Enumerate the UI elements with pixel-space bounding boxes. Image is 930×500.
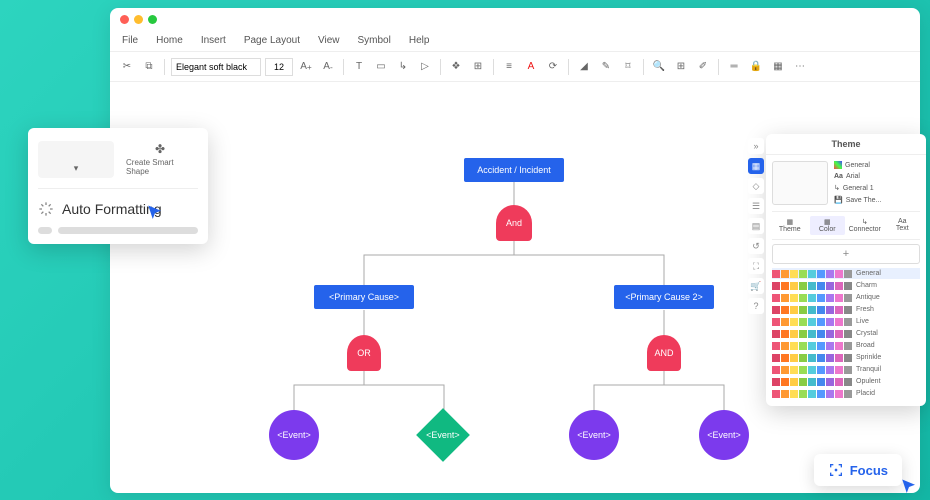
node-event-4[interactable]: <Event> [699,410,749,460]
font-color-icon[interactable]: A [522,58,540,76]
toolbar: ✂ ⧉ A+ A- T ▭ ↳ ▷ ❖ ⊞ ≡ A ⟳ ◢ ✎ ⌑ 🔍 ⊞ ✐ … [110,52,920,82]
crop-icon[interactable]: ⌑ [619,58,637,76]
side-cart-icon[interactable]: 🛒 [748,278,764,294]
palette-list: GeneralCharmAntiqueFreshLiveCrystalBroad… [772,268,920,399]
more-icon[interactable]: ⋯ [791,58,809,76]
node-gate-and[interactable]: And [496,205,532,241]
palette-tranquil[interactable]: Tranquil [772,364,920,375]
font-increase-icon[interactable]: A+ [297,58,315,76]
side-expand-icon[interactable]: ⛶ [748,258,764,274]
connector-tool-icon[interactable]: ↳ [394,58,412,76]
focus-icon [828,462,844,478]
fill-icon[interactable]: ◢ [575,58,593,76]
menu-view[interactable]: View [318,35,340,46]
side-more-icon[interactable]: » [748,138,764,154]
group-icon[interactable]: ⊞ [469,58,487,76]
line-style-icon[interactable]: ═ [725,58,743,76]
text-tool-icon[interactable]: T [350,58,368,76]
node-primary-1[interactable]: <Primary Cause> [314,285,414,309]
font-decrease-icon[interactable]: A- [319,58,337,76]
palette-sprinkle[interactable]: Sprinkle [772,352,920,363]
side-history-icon[interactable]: ↺ [748,238,764,254]
opt-arial[interactable]: AaArial [834,173,920,180]
opt-general1[interactable]: ↳General 1 [834,184,920,192]
font-select[interactable] [171,58,261,76]
palette-broad[interactable]: Broad [772,340,920,351]
focus-button[interactable]: Focus [814,454,902,486]
auto-formatting-button[interactable]: Auto Formatting [38,201,198,217]
side-shape-icon[interactable]: ◇ [748,178,764,194]
pen-icon[interactable]: ✐ [694,58,712,76]
node-root[interactable]: Accident / Incident [464,158,564,182]
theme-panel: » ▦ ◇ ☰ ▤ ↺ ⛶ 🛒 ? Theme General AaArial … [766,134,926,406]
side-layer-icon[interactable]: ☰ [748,198,764,214]
close-icon[interactable] [120,15,129,24]
add-palette-button[interactable]: + [772,244,920,264]
shape-tool-icon[interactable]: ▭ [372,58,390,76]
menu-page-layout[interactable]: Page Layout [244,35,300,46]
cursor-icon [900,478,918,496]
slider[interactable] [38,227,198,234]
menubar: File Home Insert Page Layout View Symbol… [110,30,920,52]
titlebar [110,8,920,30]
node-gate-or[interactable]: OR [347,335,381,371]
pointer-tool-icon[interactable]: ▷ [416,58,434,76]
opt-general[interactable]: General [834,161,920,169]
cut-icon[interactable]: ✂ [118,58,136,76]
palette-charm[interactable]: Charm [772,280,920,291]
tab-text[interactable]: AaText [885,216,921,235]
maximize-icon[interactable] [148,15,157,24]
theme-preview[interactable] [772,161,828,205]
palette-fresh[interactable]: Fresh [772,304,920,315]
layout-icon[interactable]: ▦ [769,58,787,76]
grid-icon[interactable]: ⊞ [672,58,690,76]
palette-crystal[interactable]: Crystal [772,328,920,339]
side-theme-icon[interactable]: ▦ [748,158,764,174]
side-help-icon[interactable]: ? [748,298,764,314]
menu-symbol[interactable]: Symbol [358,35,391,46]
node-event-2[interactable]: <Event> [416,408,470,462]
lock-icon[interactable]: 🔒 [747,58,765,76]
sparkle-button[interactable]: ▾ [38,141,114,178]
node-event-1[interactable]: <Event> [269,410,319,460]
palette-opulent[interactable]: Opulent [772,376,920,387]
copy-icon[interactable]: ⧉ [140,58,158,76]
palette-general[interactable]: General [772,268,920,279]
palette-placid[interactable]: Placid [772,388,920,399]
tab-connector[interactable]: ↳Connector [847,216,883,235]
palette-antique[interactable]: Antique [772,292,920,303]
node-gate-and2[interactable]: AND [647,335,681,371]
line-color-icon[interactable]: ✎ [597,58,615,76]
opt-save[interactable]: 💾Save The... [834,196,920,204]
sparkle-icon [38,201,54,217]
cursor-icon [146,204,164,222]
layers-icon[interactable]: ❖ [447,58,465,76]
smart-shape-button[interactable]: ✤ Create Smart Shape [122,138,198,180]
minimize-icon[interactable] [134,15,143,24]
align-icon[interactable]: ≡ [500,58,518,76]
font-size-select[interactable] [265,58,293,76]
auto-format-popup: ▾ ✤ Create Smart Shape Auto Formatting [28,128,208,244]
palette-live[interactable]: Live [772,316,920,327]
node-event-3[interactable]: <Event> [569,410,619,460]
tab-color[interactable]: ▦Color [810,216,846,235]
menu-insert[interactable]: Insert [201,35,226,46]
rotate-icon[interactable]: ⟳ [544,58,562,76]
side-tool-strip: » ▦ ◇ ☰ ▤ ↺ ⛶ 🛒 ? [748,138,764,314]
tab-theme[interactable]: ▦Theme [772,216,808,235]
node-primary-2[interactable]: <Primary Cause 2> [614,285,714,309]
theme-title: Theme [766,134,926,155]
menu-help[interactable]: Help [409,35,430,46]
menu-home[interactable]: Home [156,35,183,46]
menu-file[interactable]: File [122,35,138,46]
zoom-icon[interactable]: 🔍 [650,58,668,76]
side-page-icon[interactable]: ▤ [748,218,764,234]
sparkle-icon [68,145,84,161]
